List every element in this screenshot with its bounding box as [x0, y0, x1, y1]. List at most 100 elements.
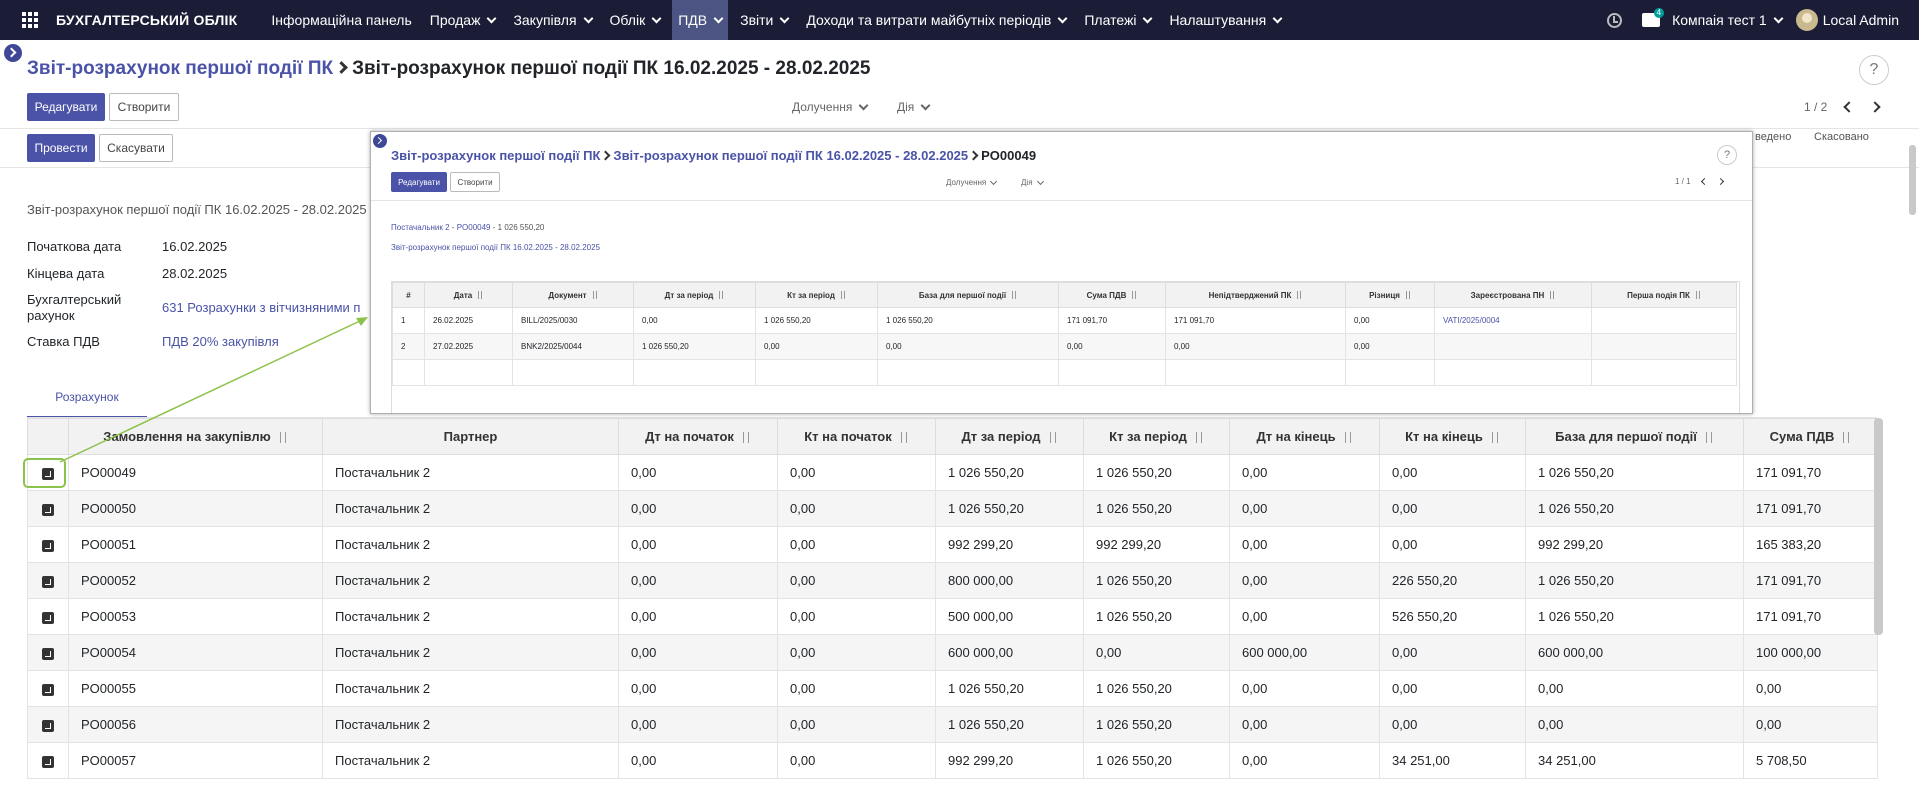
- table-row[interactable]: PO00049 Постачальник 2 0,00 0,00 1 026 550,2…: [27, 454, 1878, 491]
- table-row[interactable]: PO00056 Постачальник 2 0,00 0,00 1 026 550,2…: [27, 706, 1878, 743]
- popup-meta-report-link[interactable]: Звіт-розрахунок першої події ПК 16.02.20…: [391, 243, 600, 252]
- popup-breadcrumb-current: PO00049: [981, 148, 1037, 163]
- popup-column-header[interactable]: База для першої події: [877, 282, 1059, 308]
- status-stage-cancelled[interactable]: Скасовано: [1814, 131, 1869, 143]
- external-link-icon[interactable]: [42, 647, 54, 660]
- popup-column-header[interactable]: Дт за період: [633, 282, 756, 308]
- popup-column-header[interactable]: Кт за період: [755, 282, 878, 308]
- popup-table-cell[interactable]: VATI/2025/0004: [1434, 307, 1592, 334]
- nav-menu-item[interactable]: Налаштування: [1163, 0, 1287, 40]
- field-value-vat-rate-link[interactable]: ПДВ 20% закупівля: [162, 334, 279, 349]
- table-row[interactable]: PO00054 Постачальник 2 0,00 0,00 600 000,00 0…: [27, 634, 1878, 671]
- popup-action-label: Дія: [1021, 178, 1033, 187]
- popup-create-button[interactable]: Створити: [450, 172, 500, 192]
- pager-next-icon[interactable]: [1869, 101, 1882, 113]
- attachments-dropdown[interactable]: Долучення: [792, 100, 869, 114]
- column-header[interactable]: База для першої події: [1525, 418, 1744, 455]
- external-link-icon[interactable]: [42, 503, 54, 516]
- pager-prev-icon[interactable]: [1843, 101, 1856, 113]
- activity-clock-icon[interactable]: [1607, 12, 1623, 28]
- column-header[interactable]: Дт на кінець: [1229, 418, 1380, 455]
- action-dropdown[interactable]: Дія: [897, 100, 931, 114]
- open-record-cell[interactable]: [27, 742, 69, 779]
- popup-help-button[interactable]: ?: [1717, 145, 1737, 165]
- open-record-cell[interactable]: [27, 706, 69, 743]
- nav-menu-item[interactable]: Інформаційна панель: [265, 0, 417, 40]
- company-switcher[interactable]: Компаія тест 1: [1672, 12, 1784, 28]
- popup-column-header[interactable]: #: [392, 282, 425, 308]
- popup-column-header[interactable]: Документ: [512, 282, 634, 308]
- popup-column-header[interactable]: Непідтверджений ПК: [1165, 282, 1346, 308]
- status-stage-posted[interactable]: ведено: [1755, 131, 1791, 143]
- nav-menu-item[interactable]: Облік: [604, 0, 667, 40]
- nav-menu-item[interactable]: Платежі: [1078, 0, 1157, 40]
- nav-menu-item[interactable]: Доходи та витрати майбутніх періодів: [800, 0, 1072, 40]
- popup-table-cell: [512, 359, 634, 386]
- popup-meta-separator: -: [451, 223, 455, 232]
- create-button[interactable]: Створити: [109, 93, 179, 121]
- table-row[interactable]: PO00052 Постачальник 2 0,00 0,00 800 000,00 1…: [27, 562, 1878, 599]
- back-arrow-icon[interactable]: [373, 134, 387, 148]
- pager-prev-icon[interactable]: [1700, 177, 1708, 186]
- external-link-icon[interactable]: [42, 539, 54, 552]
- column-header[interactable]: Сума ПДВ: [1743, 418, 1878, 455]
- app-brand[interactable]: БУХГАЛТЕРСЬКИЙ ОБЛІК: [56, 12, 237, 28]
- page-scrollbar[interactable]: [1909, 145, 1916, 215]
- nav-menu-item[interactable]: Закупівля: [507, 0, 597, 40]
- open-record-cell[interactable]: [27, 634, 69, 671]
- column-header[interactable]: Партнер: [322, 418, 619, 455]
- popup-breadcrumb-parent[interactable]: Звіт-розрахунок першої події ПК 16.02.20…: [613, 148, 968, 163]
- column-header[interactable]: Дт за період: [935, 418, 1084, 455]
- popup-edit-button[interactable]: Редагувати: [391, 172, 447, 192]
- open-record-cell[interactable]: [27, 670, 69, 707]
- nav-menu-item[interactable]: Звіти: [734, 0, 794, 40]
- open-record-cell[interactable]: [27, 562, 69, 599]
- popup-column-header[interactable]: Різниця: [1345, 282, 1435, 308]
- table-row[interactable]: PO00051 Постачальник 2 0,00 0,00 992 299,20 9…: [27, 526, 1878, 563]
- open-record-cell[interactable]: [27, 490, 69, 527]
- table-row[interactable]: PO00050 Постачальник 2 0,00 0,00 1 026 550,2…: [27, 490, 1878, 527]
- sort-icon: [840, 291, 846, 300]
- column-header[interactable]: Кт на початок: [777, 418, 936, 455]
- popup-meta-order[interactable]: PO00049: [457, 223, 491, 232]
- open-record-cell[interactable]: [27, 526, 69, 563]
- popup-attachments-dropdown[interactable]: Долучення: [946, 177, 998, 187]
- popup-breadcrumb-root[interactable]: Звіт-розрахунок першої події ПК: [391, 148, 600, 163]
- popup-column-header[interactable]: Зареєстрована ПН: [1434, 282, 1592, 308]
- external-link-icon[interactable]: [42, 755, 54, 768]
- column-header[interactable]: Кт на кінець: [1379, 418, 1526, 455]
- edit-button[interactable]: Редагувати: [27, 93, 105, 121]
- column-header[interactable]: Кт за період: [1083, 418, 1230, 455]
- column-header[interactable]: Дт на початок: [618, 418, 778, 455]
- breadcrumb-parent-link[interactable]: Звіт-розрахунок першої події ПК: [27, 58, 333, 79]
- external-link-icon[interactable]: [42, 683, 54, 696]
- popup-column-header[interactable]: Перша подія ПК: [1591, 282, 1737, 308]
- popup-table-row[interactable]: 2 27.02.2025 BNK2/2025/0044 1 026 550,20 0,0…: [392, 333, 1737, 360]
- table-scrollbar[interactable]: [1874, 418, 1883, 635]
- popup-action-dropdown[interactable]: Дія: [1021, 177, 1044, 187]
- field-value-account-link[interactable]: 631 Розрахунки з вітчизняними п: [162, 300, 360, 315]
- nav-menu-item[interactable]: ПДВ: [672, 0, 729, 40]
- table-row[interactable]: PO00053 Постачальник 2 0,00 0,00 500 000,00 1…: [27, 598, 1878, 635]
- column-header[interactable]: Замовлення на закупівлю: [68, 418, 323, 455]
- external-link-icon[interactable]: [42, 575, 54, 588]
- external-link-icon[interactable]: [42, 611, 54, 624]
- popup-meta-partner[interactable]: Постачальник 2: [391, 223, 450, 232]
- popup-column-header[interactable]: Дата: [424, 282, 513, 308]
- tab-calculation[interactable]: Розрахунок: [27, 380, 147, 418]
- apps-grid-icon[interactable]: [22, 12, 38, 28]
- help-button[interactable]: ?: [1859, 55, 1889, 85]
- pager-next-icon[interactable]: [1716, 177, 1724, 186]
- popup-table-row[interactable]: 1 26.02.2025 BILL/2025/0030 0,00 1 026 550,2…: [392, 307, 1737, 334]
- nav-menu-item[interactable]: Продаж: [424, 0, 502, 40]
- chat-icon[interactable]: 4: [1642, 8, 1665, 27]
- cancel-button[interactable]: Скасувати: [99, 134, 173, 162]
- popup-column-header[interactable]: Сума ПДВ: [1058, 282, 1166, 308]
- table-row[interactable]: PO00057 Постачальник 2 0,00 0,00 992 299,20 1…: [27, 742, 1878, 779]
- back-arrow-icon[interactable]: [4, 44, 22, 62]
- open-record-cell[interactable]: [27, 598, 69, 635]
- post-button[interactable]: Провести: [27, 134, 95, 162]
- table-row[interactable]: PO00055 Постачальник 2 0,00 0,00 1 026 550,2…: [27, 670, 1878, 707]
- external-link-icon[interactable]: [42, 719, 54, 732]
- user-menu[interactable]: Local Admin: [1795, 9, 1899, 31]
